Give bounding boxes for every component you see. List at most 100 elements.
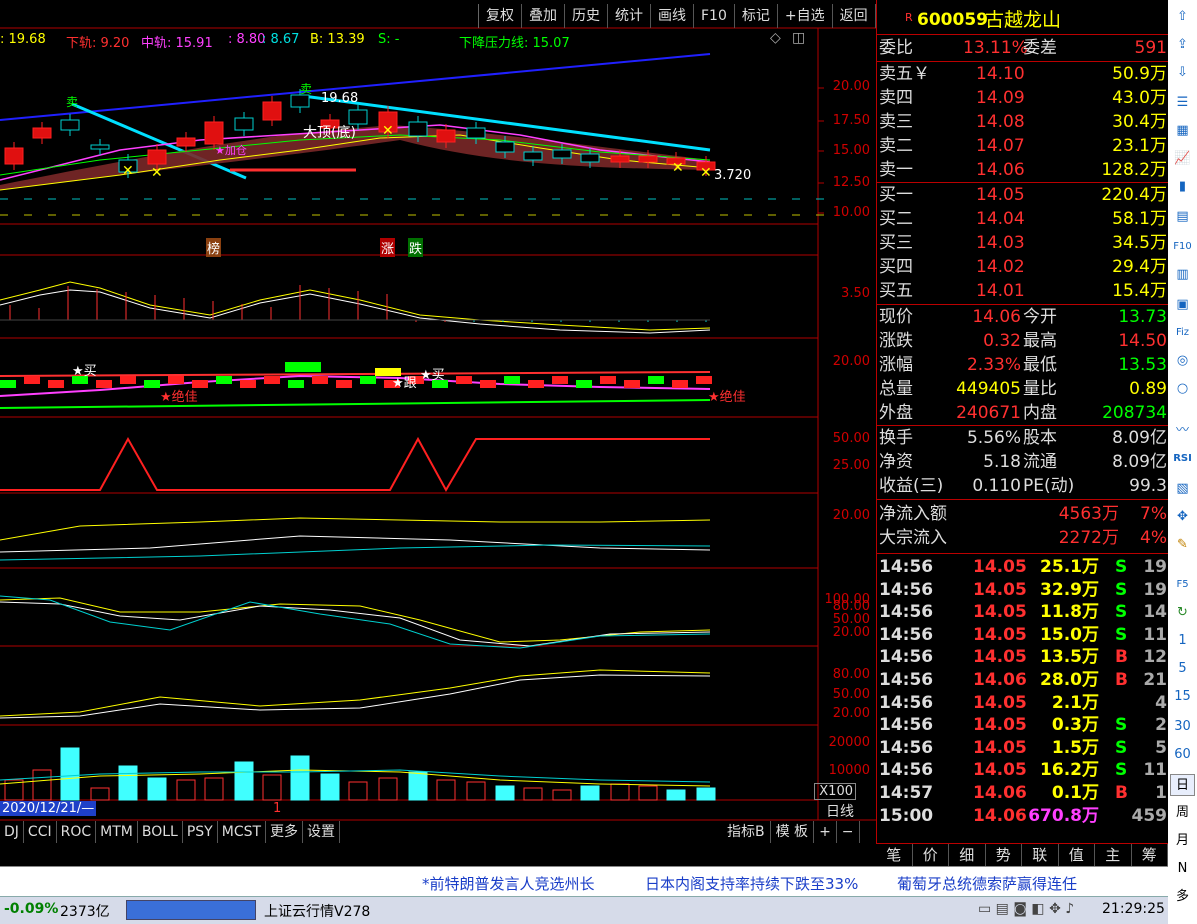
period-week[interactable]: 周 — [1170, 802, 1195, 824]
news-item[interactable]: 葡萄牙总统德索萨赢得连任 — [897, 873, 1077, 894]
menu-stats[interactable]: 统计 — [608, 4, 651, 28]
trade-price: 14.05 — [973, 715, 1027, 736]
tab-lian[interactable]: 联 — [1022, 844, 1059, 866]
self-icon[interactable]: ▣ — [1170, 294, 1195, 316]
wave-icon[interactable]: 〰 — [1170, 420, 1195, 442]
axis-label: 20000 — [828, 735, 870, 750]
weibi-row: 委比 13.11% 委差 591 — [877, 37, 1169, 60]
tab-indicator-b[interactable]: 指标B — [722, 821, 771, 843]
trade-side: S — [1115, 760, 1128, 781]
signal-star-buy-2: ★买 — [420, 368, 445, 383]
trade-count: 1 — [1155, 783, 1167, 803]
list-icon[interactable]: ☰ — [1170, 92, 1195, 114]
volume-bar — [552, 789, 572, 801]
menu-f10[interactable]: F10 — [694, 4, 735, 28]
stat-value: 240671 — [956, 403, 1021, 423]
f10-icon[interactable]: F10 — [1170, 236, 1195, 258]
trade-time: 14:56 — [879, 647, 934, 668]
move-icon[interactable]: ✥ — [1170, 506, 1195, 528]
diamond-icon[interactable]: ◇ — [770, 30, 781, 46]
tab-settings[interactable]: 设置 — [303, 821, 341, 843]
refresh-icon[interactable]: ↻ — [1170, 602, 1195, 624]
tab-boll[interactable]: BOLL — [138, 821, 183, 843]
indicator-tab-bar: DJ CCI ROC MTM BOLL PSY MCST 更多 设置 — [0, 821, 341, 843]
period-30[interactable]: 30 — [1170, 716, 1195, 738]
tab-chou[interactable]: 筹 — [1132, 844, 1168, 866]
period-1[interactable]: 1 — [1170, 630, 1195, 652]
circle-icon[interactable]: ◎ — [1170, 350, 1195, 372]
menu-draw[interactable]: 画线 — [651, 4, 694, 28]
trade-time: 14:56 — [879, 670, 934, 690]
axis-label: 50.00 — [832, 687, 870, 702]
tab-cci[interactable]: CCI — [24, 821, 57, 843]
chip-block — [600, 376, 616, 384]
ask-volume: 30.4万 — [1112, 112, 1167, 132]
cloud-label[interactable]: 上证云行情V278 — [264, 901, 370, 921]
menu-fuquan[interactable]: 复权 — [479, 4, 522, 28]
kline-canvas[interactable]: ✕ ✕ ✕ ✕ ✕ — [0, 0, 876, 845]
tab-jia[interactable]: 价 — [913, 844, 949, 866]
tab-dj[interactable]: DJ — [0, 821, 24, 843]
tab-bi[interactable]: 笔 — [876, 844, 913, 866]
ring-icon[interactable]: ○ — [1170, 378, 1195, 400]
tab-zhu[interactable]: 主 — [1095, 844, 1132, 866]
period-more[interactable]: 多 — [1170, 886, 1195, 908]
status-icons[interactable]: ▭ ▤ ◙ ◧ ✥ ♪ — [978, 901, 1074, 917]
period-5[interactable]: 5 — [1170, 658, 1195, 680]
doc-icon[interactable]: ▤ — [1170, 206, 1195, 228]
kline-icon[interactable]: ▮ — [1170, 176, 1195, 198]
x-marker: ✕ — [382, 123, 394, 139]
period-daily[interactable]: 日线 — [826, 801, 854, 821]
ind-s: S: - — [378, 32, 400, 47]
volume-bar — [638, 785, 658, 801]
menu-overlay[interactable]: 叠加 — [522, 4, 565, 28]
menu-back[interactable]: 返回 — [833, 4, 876, 28]
period-n[interactable]: N — [1170, 858, 1195, 880]
news-item[interactable]: 日本内阁支持率持续下跌至33% — [645, 873, 858, 894]
tab-zhi[interactable]: 值 — [1059, 844, 1095, 866]
period-day[interactable]: 日 — [1170, 774, 1195, 796]
low-price-label: 3.720 — [714, 168, 752, 183]
window-toggle-icon[interactable]: ◫ — [792, 30, 805, 46]
mark-zhang: 涨 — [380, 238, 396, 257]
tab-template[interactable]: 模 板 — [771, 821, 815, 843]
page-number: 1 — [273, 801, 282, 816]
line-chart-icon[interactable]: 📈 — [1170, 148, 1195, 170]
chip-block — [480, 380, 496, 388]
news-item[interactable]: *前特朗普发言人竞选州长 — [422, 873, 595, 894]
tab-more[interactable]: 更多 — [266, 821, 304, 843]
arrow-down-icon[interactable]: ⇩ — [1170, 62, 1195, 84]
rsi-icon[interactable]: RSI — [1170, 448, 1195, 470]
tab-psy[interactable]: PSY — [183, 821, 218, 843]
period-15[interactable]: 15 — [1170, 686, 1195, 708]
period-month[interactable]: 月 — [1170, 830, 1195, 852]
remove-pane-button[interactable]: − — [837, 821, 860, 843]
arrow-up2-icon[interactable]: ⇪ — [1170, 34, 1195, 56]
quote-row: 14:56 14.05 1.5万 S 5 — [877, 737, 1169, 760]
menu-mark[interactable]: 标记 — [735, 4, 778, 28]
trade-side: B — [1115, 647, 1128, 668]
tab-shi[interactable]: 势 — [986, 844, 1022, 866]
pencil-icon[interactable]: ✎ — [1170, 534, 1195, 556]
arrow-up-icon[interactable]: ⇧ — [1170, 6, 1195, 28]
menu-history[interactable]: 历史 — [565, 4, 608, 28]
kline-chart-area[interactable]: ✕ ✕ ✕ ✕ ✕ 复权 叠加 历史 统计 画线 F10 标记 +自选 返回 : 19.… — [0, 0, 876, 845]
period-60[interactable]: 60 — [1170, 744, 1195, 766]
x100-label[interactable]: X100 — [814, 783, 856, 800]
fiz-icon[interactable]: Fiz — [1170, 322, 1195, 344]
bid-label: 买四 — [879, 257, 913, 277]
tab-roc[interactable]: ROC — [57, 821, 97, 843]
mini-index-chart[interactable] — [126, 900, 256, 920]
tab-mtm[interactable]: MTM — [96, 821, 138, 843]
f5-icon[interactable]: F5 — [1170, 574, 1195, 596]
grid-icon[interactable]: ▦ — [1170, 120, 1195, 142]
candle-body — [4, 147, 24, 165]
quote-row: 净资 5.18 流通 8.09亿 — [877, 451, 1169, 474]
tab-xi[interactable]: 细 — [949, 844, 986, 866]
menu-add-favorite[interactable]: +自选 — [778, 4, 833, 28]
add-pane-button[interactable]: + — [814, 821, 837, 843]
tab-mcst[interactable]: MCST — [218, 821, 267, 843]
book-icon[interactable]: ▧ — [1170, 478, 1195, 500]
volume-bar — [90, 787, 110, 801]
report-icon[interactable]: ▥ — [1170, 264, 1195, 286]
